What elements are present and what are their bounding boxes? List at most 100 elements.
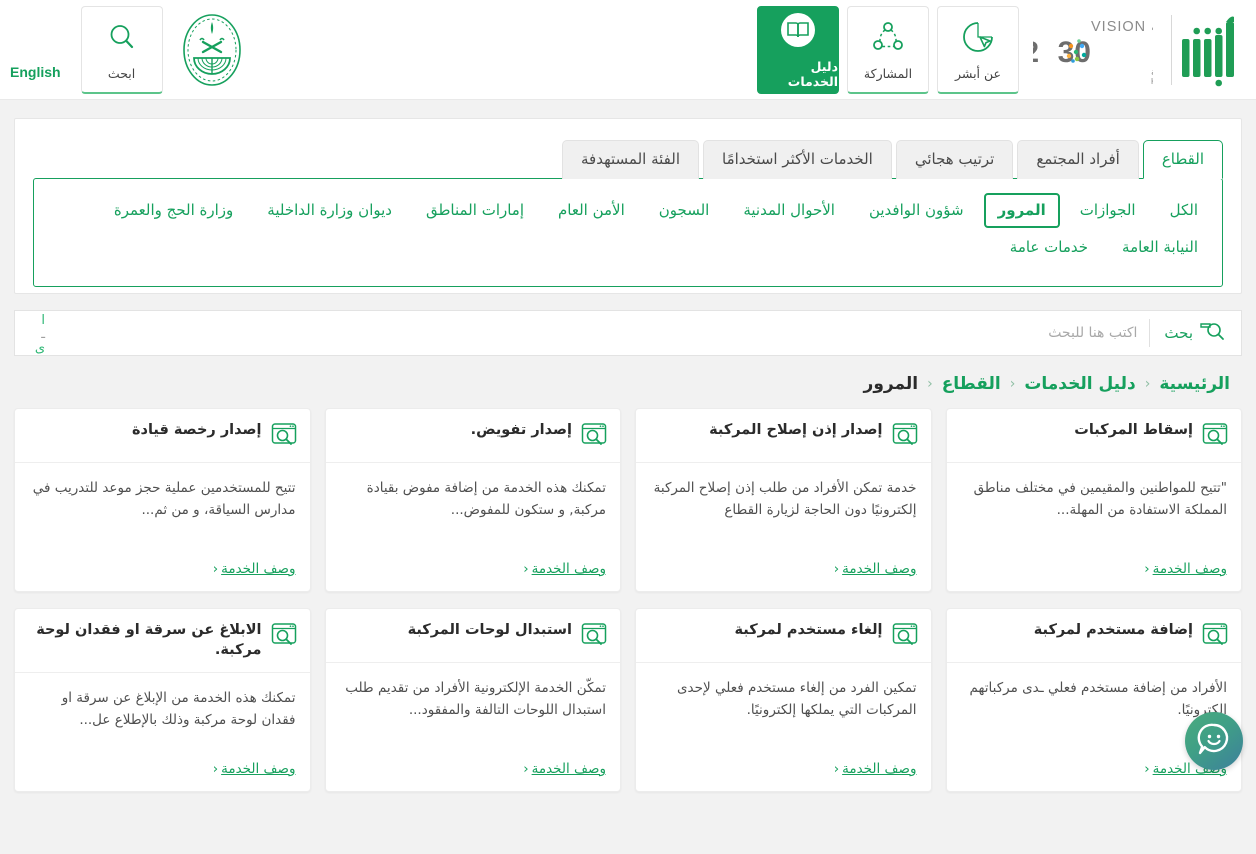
breadcrumb: الرئيسية ‹ دليل الخدمات ‹ القطاع ‹ المرو… [14, 356, 1242, 408]
svg-text:2: 2 [1033, 36, 1039, 69]
sector-pill-all-label: الكل [1169, 201, 1198, 219]
service-description-link[interactable]: وصف الخدمة‹ [834, 561, 917, 577]
svg-text:KINGDOM OF SAUDI ARABIA: KINGDOM OF SAUDI ARABIA [1151, 77, 1153, 86]
breadcrumb-separator-2: ‹ [1009, 376, 1016, 392]
saudi-emblem-icon [179, 10, 245, 90]
service-card[interactable]: الابلاغ عن سرقة او فقدان لوحة مركبة. تمكن… [14, 608, 311, 792]
sector-pill-public-prosecution[interactable]: النيابة العامة [1108, 230, 1212, 265]
service-card-header: إصدار رخصة قيادة [15, 409, 310, 463]
tab-most-used-services-label: الخدمات الأكثر استخدامًا [722, 150, 873, 168]
chevron-left-icon: ‹ [833, 761, 840, 777]
service-card-header: الابلاغ عن سرقة او فقدان لوحة مركبة. [15, 609, 310, 674]
service-description-link-label: وصف الخدمة [842, 761, 917, 777]
service-description-link-label: وصف الخدمة [1152, 561, 1227, 577]
sector-pill-general-services[interactable]: خدمات عامة [996, 230, 1102, 265]
service-card[interactable]: إلغاء مستخدم لمركبة تمكين الفرد من إلغاء … [635, 608, 932, 792]
nav-button-about-absher-label: عن أبشر [955, 66, 1001, 81]
nav-button-services-guide[interactable]: دليل الخدمات [757, 6, 839, 94]
search-submit-button[interactable]: بحث [1149, 319, 1233, 347]
sector-pill-expatriate-affairs[interactable]: شؤون الوافدين [855, 193, 978, 228]
sector-pill-civil-affairs-label: الأحوال المدنية [743, 201, 835, 219]
service-card[interactable]: إصدار رخصة قيادة تتيح للمستخدمين عملية حج… [14, 408, 311, 592]
service-window-search-icon [271, 422, 297, 450]
breadcrumb-separator-3: ‹ [927, 376, 933, 392]
nav-button-services-guide-label: دليل الخدمات [787, 58, 838, 89]
service-card-title: إصدار رخصة قيادة [131, 422, 262, 438]
search-input[interactable] [23, 325, 1150, 341]
tab-community-members-label: أفراد المجتمع [1036, 150, 1120, 168]
service-window-search-icon [1202, 422, 1228, 450]
sector-pill-passports-label: الجوازات [1079, 201, 1136, 219]
services-filter-panel: القطاع أفراد المجتمع ترتيب هجائي الخدمات… [14, 118, 1242, 294]
service-card[interactable]: إصدار تفويض. تمكنك هذه الخدمة من إضافة مف… [324, 408, 621, 592]
book-icon [778, 11, 818, 49]
service-card-header: استبدال لوحات المركبة [325, 609, 620, 663]
sector-pill-hajj-umrah-ministry[interactable]: وزارة الحج والعمرة [100, 193, 247, 228]
service-card-description: تمكنك هذه الخدمة من إضافة مفوض بقيادة مر… [366, 480, 606, 519]
sector-pill-interior-ministry-diwan-label: ديوان وزارة الداخلية [267, 201, 392, 219]
service-description-link[interactable]: وصف الخدمة‹ [834, 761, 917, 777]
sector-pill-public-security[interactable]: الأمن العام [544, 193, 639, 228]
service-card-title: إلغاء مستخدم لمركبة [734, 622, 883, 638]
service-card-footer: وصف الخدمة‹ [326, 758, 621, 791]
breadcrumb-item-sector[interactable]: القطاع [942, 374, 1001, 394]
tab-community-members[interactable]: أفراد المجتمع [1017, 140, 1139, 179]
service-card[interactable]: إسقاط المركبات "تتيح للمواطنين والمقيمين … [945, 408, 1242, 592]
chevron-left-icon: ‹ [1144, 761, 1150, 777]
filter-tabs: القطاع أفراد المجتمع ترتيب هجائي الخدمات… [15, 119, 1241, 179]
service-description-link[interactable]: وصف الخدمة‹ [213, 561, 296, 577]
service-card-description: تمكين الفرد من إلغاء مستخدم فعلي لإحدى ا… [676, 680, 917, 719]
sector-pill-interior-ministry-diwan[interactable]: ديوان وزارة الداخلية [253, 193, 406, 228]
sector-pill-hajj-umrah-ministry-label: وزارة الحج والعمرة [113, 201, 234, 219]
breadcrumb-item-services-guide[interactable]: دليل الخدمات [1024, 374, 1135, 394]
absher-logo[interactable] [1180, 5, 1248, 95]
tab-target-category[interactable]: الفئة المستهدفة [562, 140, 699, 179]
service-description-link[interactable]: وصف الخدمة‹ [213, 761, 296, 777]
tab-most-used-services[interactable]: الخدمات الأكثر استخدامًا [703, 140, 892, 179]
sector-pill-passports[interactable]: الجوازات [1066, 193, 1150, 228]
service-window-search-icon [1202, 622, 1228, 650]
chevron-left-icon: ‹ [523, 761, 529, 777]
service-card[interactable]: استبدال لوحات المركبة تمكّن الخدمة الإلكت… [324, 608, 621, 792]
chevron-left-icon: ‹ [1144, 561, 1150, 577]
chat-support-icon [1194, 719, 1234, 763]
search-submit-label: بحث [1164, 324, 1193, 342]
service-description-link[interactable]: وصف الخدمة‹ [1144, 561, 1227, 577]
service-window-search-icon [581, 422, 607, 450]
service-card-description: تمكنك هذه الخدمة من الإبلاغ عن سرقة او ف… [61, 690, 296, 729]
vision-2030-logo[interactable]: رؤيــــــة VISION 2 30 المملكة العربية ا… [1023, 5, 1163, 95]
breadcrumb-current-traffic: المرور [863, 374, 919, 394]
service-card-header: إسقاط المركبات [946, 409, 1241, 463]
tab-alphabetical[interactable]: ترتيب هجائي [895, 140, 1014, 179]
svg-text:رؤيــــــة: رؤيــــــة [1151, 17, 1153, 35]
service-card[interactable]: إصدار إذن إصلاح المركبة خدمة تمكن الأفراد… [635, 408, 932, 592]
nav-button-participation[interactable]: المشاركة [847, 6, 929, 94]
sector-pill-prisons-label: السجون [658, 201, 710, 219]
sector-pill-all[interactable]: الكل [1156, 193, 1212, 228]
service-description-link[interactable]: وصف الخدمة‹ [523, 761, 606, 777]
language-switch-link[interactable]: English [10, 64, 61, 80]
sector-pill-regional-emirates-label: إمارات المناطق [425, 201, 524, 219]
service-card-title: الابلاغ عن سرقة او فقدان لوحة مركبة. [36, 622, 262, 658]
sector-pill-prisons[interactable]: السجون [645, 193, 724, 228]
service-description-link-label: وصف الخدمة [531, 561, 606, 577]
nav-button-about-absher[interactable]: عن أبشر [937, 6, 1019, 94]
sector-pill-traffic-label: المرور [997, 201, 1046, 219]
sector-pill-traffic[interactable]: المرور [983, 193, 1060, 228]
search-button[interactable]: ابحث [80, 6, 163, 94]
service-description-link[interactable]: وصف الخدمة‹ [523, 561, 606, 577]
tab-sector[interactable]: القطاع [1142, 140, 1223, 179]
autocomplete-letter-3: ى [34, 341, 45, 356]
service-window-search-icon [581, 622, 607, 650]
chat-support-button[interactable] [1185, 712, 1243, 770]
share-nodes-icon [871, 18, 905, 56]
svg-text:VISION: VISION [1091, 19, 1146, 35]
sector-pill-regional-emirates[interactable]: إمارات المناطق [412, 193, 538, 228]
breadcrumb-item-home[interactable]: الرئيسية [1159, 374, 1230, 394]
sector-pill-civil-affairs[interactable]: الأحوال المدنية [729, 193, 849, 228]
service-card-header: إصدار تفويض. [325, 409, 620, 463]
service-window-search-icon [892, 622, 918, 650]
site-header: ابحث English رؤيــــــة [0, 0, 1256, 100]
tab-sector-label: القطاع [1161, 150, 1204, 168]
search-icon [107, 18, 137, 56]
